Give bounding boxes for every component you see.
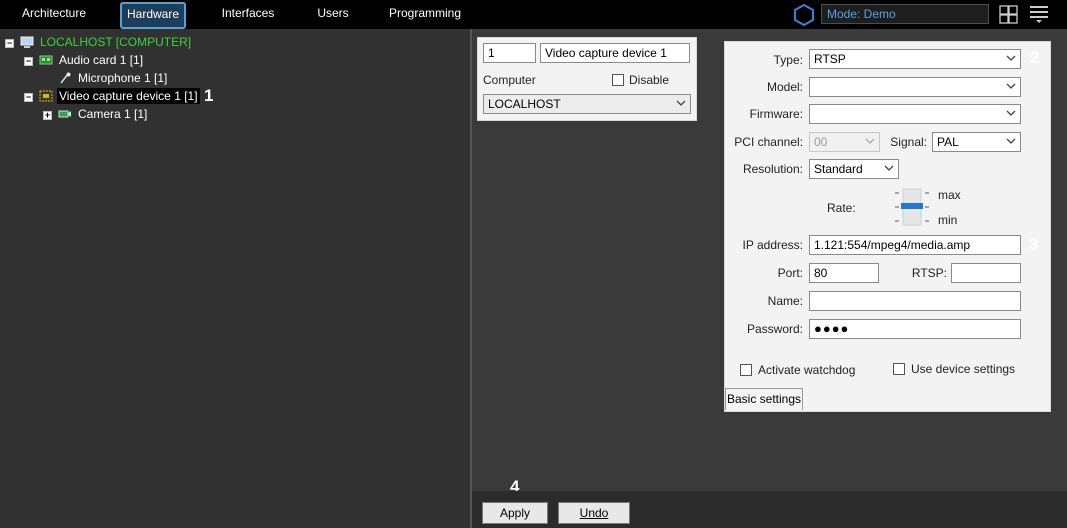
tree-collapse-toggle[interactable]: −: [24, 93, 33, 102]
model-label: Model:: [766, 80, 803, 94]
top-nav-bar: Architecture Hardware Interfaces Users P…: [0, 0, 1067, 29]
password-label: Password:: [746, 322, 803, 336]
tab-architecture[interactable]: Architecture: [12, 0, 96, 29]
properties-pane: 1 Video capture device 1 Computer Disabl…: [472, 29, 1067, 528]
tree-expand-toggle[interactable]: +: [43, 111, 52, 120]
rtsp-label: RTSP:: [911, 266, 947, 280]
tab-programming[interactable]: Programming: [380, 0, 470, 29]
computer-icon: [20, 36, 34, 48]
rate-slider[interactable]: [891, 187, 931, 227]
callout-1: 1: [204, 86, 214, 105]
resolution-label: Resolution:: [742, 162, 803, 176]
chevron-down-icon: [676, 100, 686, 106]
use-device-settings-label: Use device settings: [911, 362, 1016, 376]
pci-channel-label: PCI channel:: [734, 135, 803, 149]
computer-select[interactable]: LOCALHOST: [483, 94, 691, 114]
mode-display: Mode: Demo: [821, 4, 989, 24]
activate-watchdog-label: Activate watchdog: [758, 363, 856, 377]
undo-button[interactable]: Undo: [558, 502, 630, 524]
use-device-settings-checkbox[interactable]: [893, 363, 905, 375]
activate-watchdog-checkbox[interactable]: [740, 364, 752, 376]
resolution-select[interactable]: Standard: [809, 159, 899, 179]
firmware-select[interactable]: [809, 104, 1021, 124]
tree-node-video-capture-device[interactable]: Video capture device 1 [1]: [57, 88, 200, 104]
hexagon-logo-icon: [794, 3, 814, 27]
model-select[interactable]: [809, 77, 1021, 97]
disable-label: Disable: [629, 73, 670, 87]
type-select-value: RTSP: [814, 52, 846, 66]
chevron-down-icon: [1006, 55, 1016, 61]
tab-interfaces[interactable]: Interfaces: [210, 0, 286, 29]
computer-select-value: LOCALHOST: [488, 97, 561, 111]
tab-users[interactable]: Users: [305, 0, 361, 29]
callout-2: 2: [1030, 48, 1040, 67]
type-label: Type:: [773, 53, 803, 67]
tree-node-localhost[interactable]: LOCALHOST [COMPUTER]: [40, 34, 191, 50]
chevron-down-icon: [1006, 110, 1016, 116]
chevron-down-icon: [1006, 138, 1016, 144]
object-id-field[interactable]: 1: [483, 43, 536, 63]
pci-channel-value: 00: [814, 135, 828, 149]
tree-node-microphone[interactable]: Microphone 1 [1]: [78, 70, 167, 86]
callout-3: 3: [1029, 235, 1039, 254]
signal-select-value: PAL: [937, 135, 959, 149]
rate-label: Rate:: [827, 201, 856, 215]
rate-max-label: max: [938, 188, 961, 202]
tab-basic-settings[interactable]: Basic settings: [725, 388, 803, 410]
object-panel: 1 Video capture device 1 Computer Disabl…: [477, 37, 697, 121]
tree-node-camera[interactable]: Camera 1 [1]: [78, 106, 147, 122]
signal-select[interactable]: PAL: [932, 132, 1021, 152]
tree-node-audio-card[interactable]: Audio card 1 [1]: [59, 52, 143, 68]
tree-collapse-toggle[interactable]: −: [24, 57, 33, 66]
chevron-down-icon: [1006, 83, 1016, 89]
pci-channel-select: 00: [809, 132, 880, 152]
computer-label: Computer: [483, 73, 536, 87]
disable-checkbox[interactable]: [612, 74, 624, 86]
camera-icon: [58, 110, 71, 118]
rate-min-label: min: [938, 213, 958, 227]
port-field[interactable]: 80: [809, 263, 879, 283]
chevron-down-icon: [865, 138, 875, 144]
name-label: Name:: [767, 294, 803, 308]
name-field[interactable]: [809, 291, 1021, 311]
tab-hardware[interactable]: Hardware: [120, 2, 186, 29]
hamburger-menu-icon[interactable]: [1029, 4, 1049, 24]
microphone-icon: [60, 72, 71, 84]
audio-card-icon: [39, 55, 53, 65]
tree-collapse-toggle[interactable]: −: [5, 39, 14, 48]
port-label: Port:: [777, 266, 803, 280]
ip-address-label: IP address:: [742, 238, 803, 252]
chevron-down-icon: [884, 165, 894, 171]
object-name-field[interactable]: Video capture device 1: [540, 43, 690, 63]
video-capture-card-icon: [39, 90, 53, 102]
resolution-select-value: Standard: [814, 162, 863, 176]
ip-address-field[interactable]: 1.121:554/mpeg4/media.amp: [809, 235, 1021, 255]
type-select[interactable]: RTSP: [809, 49, 1021, 69]
device-settings-panel: Type: RTSP Model: Firmware: PCI channel:…: [724, 41, 1051, 412]
hardware-tree-pane: − LOCALHOST [COMPUTER] − Audio card 1 [1…: [0, 29, 470, 528]
signal-label: Signal:: [890, 135, 927, 149]
rtsp-port-field[interactable]: [951, 263, 1021, 283]
firmware-label: Firmware:: [749, 107, 803, 121]
layout-grid-icon[interactable]: [999, 5, 1018, 24]
password-field[interactable]: ●●●●: [809, 319, 1021, 339]
apply-button[interactable]: Apply: [482, 502, 548, 524]
